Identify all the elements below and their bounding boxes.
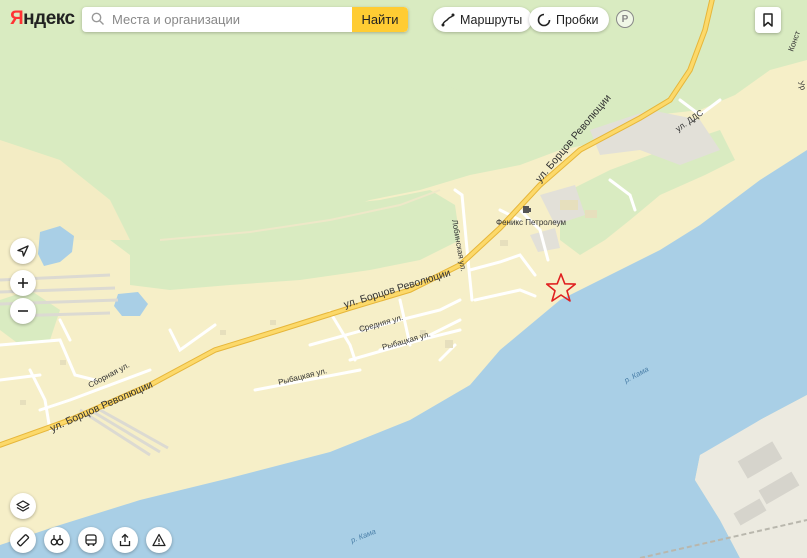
search-button[interactable]: Найти [352,7,408,32]
report-button[interactable] [146,527,172,553]
zoom-out-button[interactable] [10,298,36,324]
binoculars-icon [50,535,64,546]
zoom-in-button[interactable] [10,270,36,296]
ruler-icon [16,534,30,547]
traffic-icon [537,13,551,26]
plus-icon [18,278,28,288]
warning-icon [152,533,166,547]
ruler-button[interactable] [10,527,36,553]
locate-button[interactable] [10,238,36,264]
label-poi-feniks: Феникс Петролеум [496,218,566,227]
routes-icon [441,13,455,26]
search-icon [91,12,104,25]
parking-icon: P [621,13,629,25]
layers-icon [16,500,30,512]
traffic-label: Пробки [556,12,599,27]
panorama-button[interactable] [44,527,70,553]
search-input[interactable] [112,7,372,32]
map-canvas[interactable]: ул. Борцов Революции ул. Борцов Революци… [0,0,807,558]
bookmark-icon [763,13,773,27]
share-icon [119,533,131,547]
transport-button[interactable] [78,527,104,553]
top-bar: Яндекс Найти Маршруты Пробки P [0,0,807,40]
search-box: Найти [82,7,408,32]
yandex-logo[interactable]: Яндекс [10,8,75,30]
share-button[interactable] [112,527,138,553]
traffic-button[interactable]: Пробки [529,7,609,32]
locate-arrow-icon [17,245,29,257]
bookmarks-button[interactable] [755,7,781,33]
routes-label: Маршруты [460,12,523,27]
minus-icon [18,310,28,312]
parking-toggle[interactable]: P [616,10,634,28]
bus-icon [85,534,97,546]
logo-rest: ндекс [23,8,75,29]
routes-button[interactable]: Маршруты [433,7,533,32]
layers-button[interactable] [10,493,36,519]
logo-first-letter: Я [10,8,24,29]
